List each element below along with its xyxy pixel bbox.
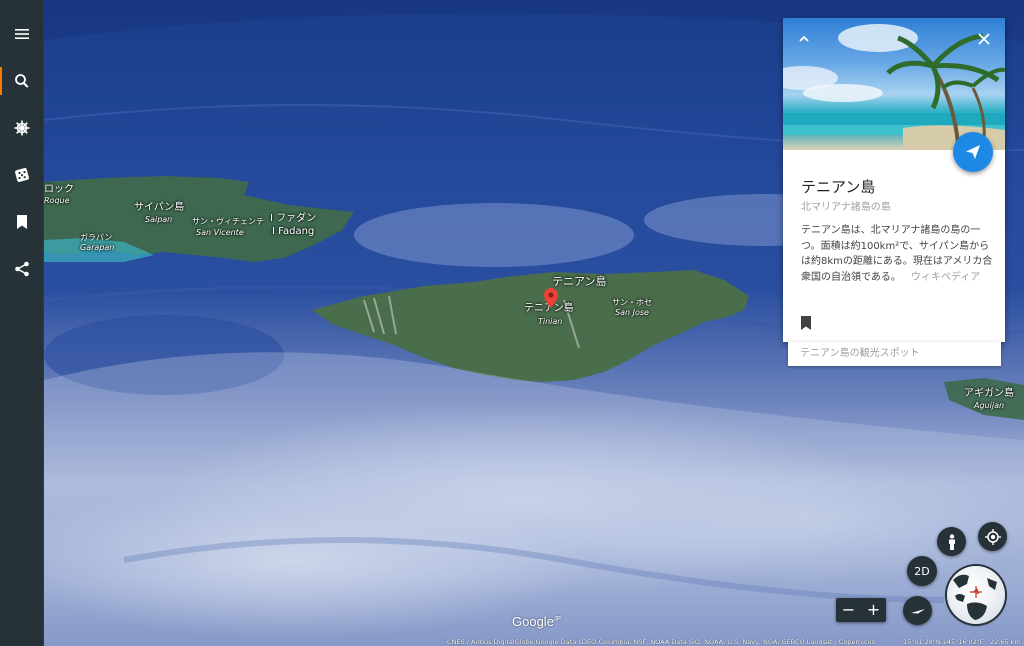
save-place-button[interactable] <box>800 315 814 331</box>
google-logo-suffix: JP <box>553 616 561 623</box>
map-label-roque-en: Roque <box>44 196 70 205</box>
map-label-roque[interactable]: ロック <box>44 184 74 195</box>
pegman-icon <box>948 533 955 550</box>
paper-plane-icon <box>966 145 980 159</box>
toggle-2d-button[interactable]: 2D <box>907 556 937 586</box>
google-logo: GoogleJP <box>512 614 561 629</box>
share-location-button[interactable] <box>953 132 993 172</box>
cursor-coordinates: 15°01'28"N 145°16'02"E <box>903 638 984 646</box>
map-label-tinian-region[interactable]: テニアン島 <box>552 276 607 287</box>
card-title: テニアン島 <box>801 178 876 196</box>
dice-icon <box>14 167 29 182</box>
map-label-saipan[interactable]: サイパン島 <box>134 202 184 213</box>
close-icon <box>978 33 990 45</box>
google-logo-text: Google <box>512 614 554 629</box>
share-button[interactable] <box>0 245 43 292</box>
map-label-aguijan[interactable]: アギガン島 <box>964 388 1014 399</box>
card-subtitle: 北マリアナ諸島の島 <box>801 202 891 213</box>
voyager-wheel-icon <box>14 120 29 135</box>
map-label-i-fadang-en: I Fadang <box>272 226 315 237</box>
menu-icon <box>14 28 29 39</box>
zoom-in-button[interactable]: + <box>861 598 886 622</box>
globe-minimap[interactable] <box>947 566 1005 624</box>
voyager-button[interactable] <box>0 104 43 151</box>
street-view-button[interactable] <box>937 527 966 556</box>
wikipedia-link[interactable]: ウィキペディア <box>911 272 980 283</box>
map-label-san-vicente-en: San Vicente <box>196 228 244 237</box>
scale-readout: 22.65 km <box>990 638 1021 646</box>
card-photo[interactable] <box>783 18 1005 150</box>
collapse-card-button[interactable] <box>793 28 815 50</box>
my-places-button[interactable] <box>0 198 43 245</box>
globe-icon <box>953 574 997 620</box>
search-button[interactable] <box>0 57 43 104</box>
my-location-icon <box>984 528 1001 545</box>
knowledge-card: テニアン島 北マリアナ諸島の島 テニアン島は、北マリアナ諸島の島の一つ。面積は約… <box>783 18 1005 342</box>
map-label-san-jose-en: San Jose <box>615 308 649 317</box>
share-icon <box>14 261 29 276</box>
compass-button[interactable] <box>903 596 932 625</box>
bookmark-icon <box>801 316 811 330</box>
close-card-button[interactable] <box>973 28 995 50</box>
map-label-san-vicente[interactable]: サン・ヴィチェンテ <box>192 216 264 227</box>
map-attribution[interactable]: CNES / Airbus DigitalGlobe Google Data L… <box>447 638 875 646</box>
compass-icon <box>910 608 925 613</box>
map-label-aguijan-en: Aguijan <box>974 401 1005 410</box>
map-label-garapan-en: Garapan <box>80 243 115 252</box>
card-description: テニアン島は、北マリアナ諸島の島の一つ。面積は約100km²で、サイパン島からは… <box>801 223 993 285</box>
zoom-controls: − + <box>836 598 886 622</box>
map-label-saipan-en: Saipan <box>145 215 173 224</box>
search-icon <box>14 73 28 88</box>
location-pin-icon[interactable] <box>544 288 558 308</box>
map-label-tinian-en: Tinian <box>538 317 563 326</box>
bookmark-icon <box>16 214 27 229</box>
menu-button[interactable] <box>0 10 43 57</box>
tour-suggestion-bar[interactable]: テニアン島の観光スポット <box>788 342 1001 366</box>
map-label-i-fadang[interactable]: I ファダン <box>270 213 316 224</box>
beach-photo <box>783 24 1005 150</box>
left-sidebar <box>0 0 43 646</box>
my-location-button[interactable] <box>978 522 1007 551</box>
feeling-lucky-button[interactable] <box>0 151 43 198</box>
chevron-up-icon <box>799 35 809 42</box>
zoom-out-button[interactable]: − <box>836 598 861 622</box>
